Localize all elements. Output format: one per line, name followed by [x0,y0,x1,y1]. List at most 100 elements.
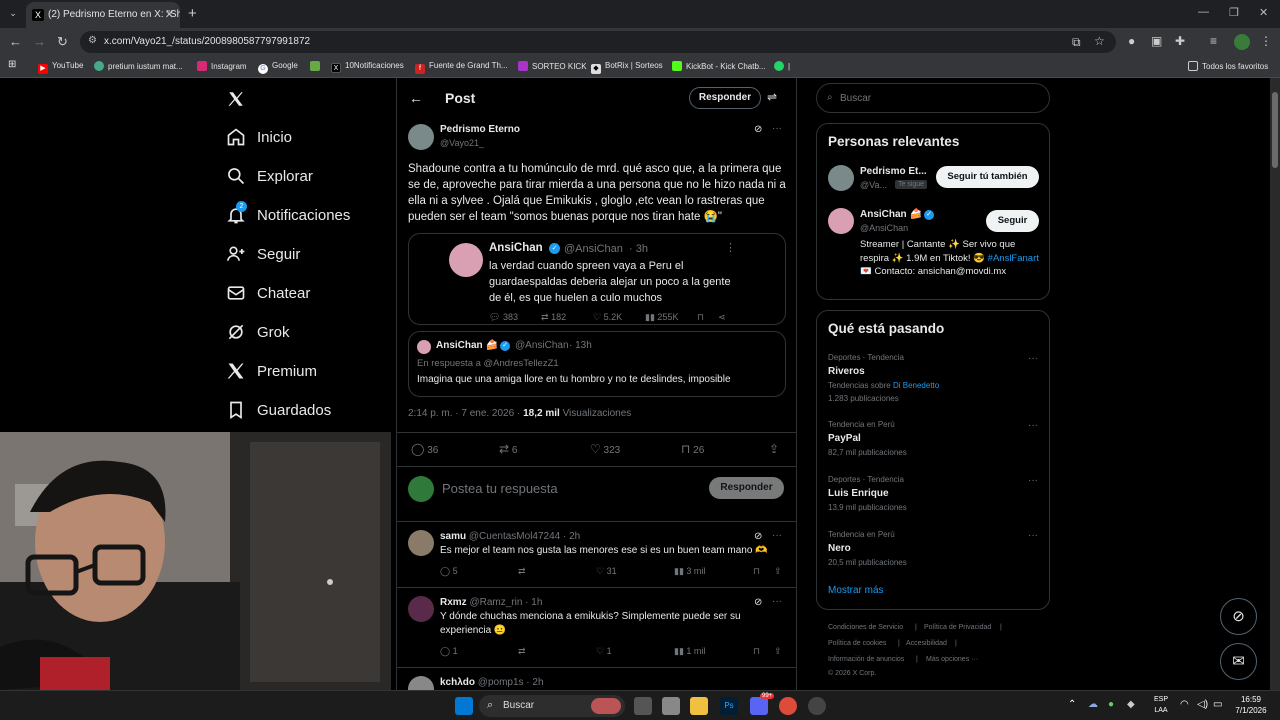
tray-chevron-icon[interactable]: ⌃ [1068,699,1076,710]
back-arrow-icon[interactable]: ← [409,90,423,106]
reply-avatar[interactable] [408,530,434,556]
more-options-icon[interactable]: ··· [1028,475,1038,486]
scrollbar-thumb[interactable] [1272,92,1278,168]
trend-item[interactable]: Tendencia en Perú Nero 20,5 mil publicac… [828,530,1038,567]
quoted-more-icon[interactable]: ⋮ [725,241,736,254]
menu-icon[interactable]: ⋮ [1260,34,1272,48]
quoted-bookmark-icon[interactable]: ⊓ [697,312,704,323]
messages-float-icon[interactable]: ✉ [1220,643,1257,680]
close-tab-icon[interactable]: ✕ [165,8,174,21]
tab-search-icon[interactable]: ⌄ [6,6,20,20]
reply-author[interactable]: samu @CuentasMol47244 · 2h [440,531,580,542]
bookmark-icon[interactable]: ⊓ [753,646,760,657]
trend-item[interactable]: Deportes · Tendencia Riveros Tendencias … [828,353,1038,403]
more-options-icon[interactable]: ··· [1028,420,1038,431]
more-options-icon[interactable]: ··· [1028,353,1038,364]
apps-icon[interactable]: ⊞ [8,59,16,70]
reply-views[interactable]: ▮▮ 1 mil [674,646,705,657]
battery-icon[interactable]: ▭ [1213,699,1222,710]
forward-icon[interactable]: → [33,34,46,49]
show-more-link[interactable]: Mostrar más [828,585,884,596]
share-icon[interactable]: ⇪ [769,442,779,456]
footer-terms[interactable]: Condiciones de Servicio [828,624,903,631]
bookmark-action[interactable]: ⊓ 26 [681,442,704,456]
back-icon[interactable]: ← [9,34,22,49]
tray-app-icon[interactable]: ● [1108,699,1114,710]
all-bookmarks[interactable]: Todos los favoritos [1188,61,1268,71]
person-avatar[interactable] [828,208,854,234]
author-handle[interactable]: @Vayo21_ [440,138,484,148]
quoted-views[interactable]: ▮▮ 255K [645,312,678,323]
bookmark-kickbot[interactable]: KickBot - Kick Chatb... [672,61,766,71]
reply-reposts[interactable]: ⇄ [518,646,526,657]
wifi-icon[interactable]: ◠ [1180,699,1189,710]
more-options-icon[interactable]: ··· [772,123,782,134]
reply-action[interactable]: ◯ 36 [411,442,438,456]
maximize-icon[interactable]: ❐ [1229,6,1239,19]
more-options-icon[interactable]: ··· [772,596,782,607]
trend-item[interactable]: Deportes · Tendencia Luis Enrique 13,9 m… [828,475,1038,512]
hashtag-link[interactable]: #AnslFanart [988,253,1039,264]
bookmark-whatsapp[interactable]: | [774,61,790,71]
footer-more-options[interactable]: Más opciones ··· [926,656,978,663]
footer-accessibility[interactable]: Accesibilidad [906,640,947,647]
browser-tab[interactable]: X (2) Pedrismo Eterno en X: "Shad ✕ [26,2,180,28]
reload-icon[interactable]: ↻ [57,34,68,50]
quoted-replies[interactable]: 💬︎ 383 [489,312,518,323]
language-indicator[interactable]: ESP LAA [1150,694,1172,716]
obs-icon[interactable] [808,697,826,715]
app-icon[interactable] [662,697,680,715]
minimize-icon[interactable]: — [1198,6,1209,18]
share-icon[interactable]: ⇪ [774,566,782,577]
star-icon[interactable]: ☆ [1094,34,1105,48]
reply-likes[interactable]: ♡ 31 [596,566,617,577]
bookmark-10notificaciones[interactable]: X 10Notificaciones [331,61,404,73]
reply-likes[interactable]: ♡ 1 [596,646,612,657]
bookmark-instagram[interactable]: Instagram [197,61,247,71]
bookmark-botrix[interactable]: ◆ BotRix | Sorteos [591,61,663,74]
bookmark-gta[interactable]: f Fuente de Grand Th... [415,61,508,74]
quoted-likes[interactable]: ♡ 5.2K [593,312,622,323]
bookmark-youtube[interactable]: ▶ YouTube [38,61,83,74]
bookmark-icon[interactable]: ⊓ [753,566,760,577]
puzzle-icon[interactable]: ✚ [1175,34,1185,48]
bookmark-extra[interactable] [310,61,324,71]
reply-item[interactable]: samu @CuentasMol47244 · 2h ⊘ ··· Es mejo… [397,521,796,587]
footer-ads[interactable]: Información de anuncios [828,656,904,663]
reply-avatar[interactable] [408,676,434,690]
person-name[interactable]: AnsiChan 🍰 [860,209,922,220]
x-logo-icon[interactable] [227,90,245,113]
bookmark-pretium[interactable]: pretium iustum mat... [94,61,183,71]
site-info-icon[interactable]: ⚙ [88,35,97,46]
grok-post-icon[interactable]: ⊘ [754,124,762,135]
settings-sliders-icon[interactable]: ⇌ [767,90,777,104]
nested-quoted-post[interactable]: AnsiChan 🍰 ✓ @AnsiChan · 13h En respuest… [408,331,786,397]
reply-item[interactable]: Rxmz @Ramz_rin · 1h ⊘ ··· Y dónde chucha… [397,587,796,667]
reply-header-button[interactable]: Responder [689,87,761,109]
person-handle[interactable]: @Va... [860,180,887,190]
more-options-icon[interactable]: ··· [1028,530,1038,541]
search-box[interactable]: ⌕ Buscar [816,83,1050,113]
new-tab-icon[interactable]: + [188,5,197,22]
bookmark-google[interactable]: G Google [258,61,298,74]
task-view-icon[interactable] [634,697,652,715]
reply-views[interactable]: ▮▮ 3 mil [674,566,705,577]
reply-avatar[interactable] [408,596,434,622]
my-avatar[interactable] [408,476,434,502]
person-name[interactable]: Pedrismo Et... [860,166,927,177]
chrome-icon[interactable] [779,697,797,715]
tray-cloud-icon[interactable]: ☁ [1088,699,1098,710]
extension-icon[interactable]: ● [1128,34,1135,48]
media-icon[interactable]: ≡ [1210,34,1217,48]
reply-author[interactable]: Rxmz @Ramz_rin · 1h [440,597,542,608]
reply-item[interactable]: kchλdo @pomp1s · 2h [397,667,796,690]
volume-icon[interactable]: ◁) [1197,699,1208,710]
grok-float-icon[interactable]: ⊘ [1220,598,1257,635]
file-explorer-icon[interactable] [690,697,708,715]
reply-author[interactable]: kchλdo @pomp1s · 2h [440,677,544,688]
taskbar-search[interactable]: ⌕ Buscar [479,695,625,717]
footer-cookies[interactable]: Política de cookies [828,640,886,647]
share-icon[interactable]: ⇪ [774,646,782,657]
reply-input[interactable]: Postea tu respuesta [442,481,558,496]
person-handle[interactable]: @AnsiChan [860,223,908,233]
